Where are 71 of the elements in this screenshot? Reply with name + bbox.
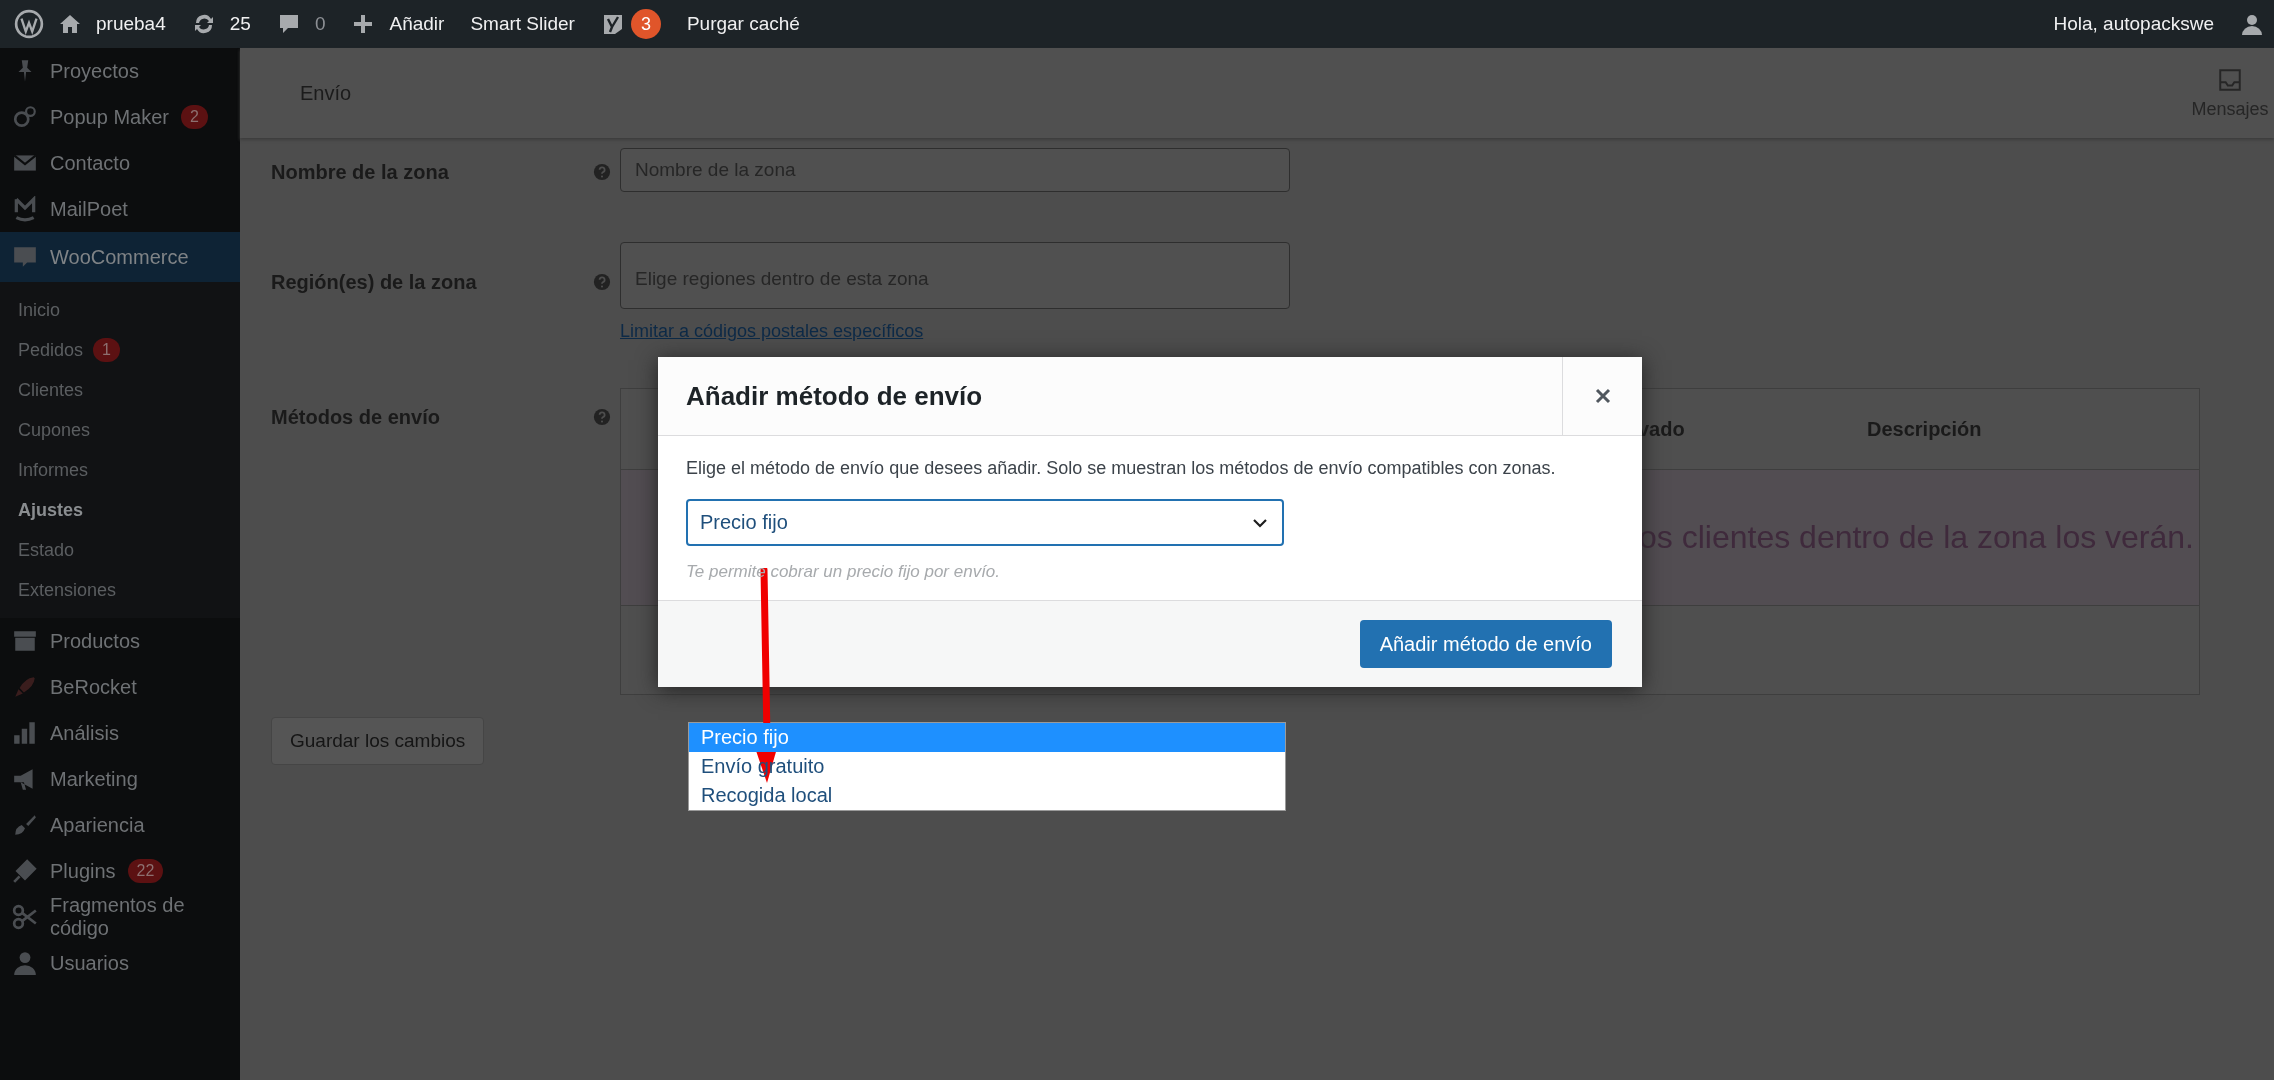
- sidebar-item[interactable]: MailPoet: [0, 186, 240, 232]
- menu-label: MailPoet: [50, 197, 128, 221]
- submenu-label: Clientes: [18, 379, 84, 401]
- avatar-icon[interactable]: [2240, 12, 2264, 36]
- submenu-item[interactable]: Pedidos 1: [0, 330, 240, 370]
- submenu-label: Cupones: [18, 419, 91, 441]
- submenu-item[interactable]: Inicio: [0, 290, 240, 330]
- scissors-icon: [12, 904, 38, 930]
- sidebar-item[interactable]: Fragmentos de código: [0, 894, 240, 940]
- sidebar-item[interactable]: Contacto: [0, 140, 240, 186]
- menu-label: Contacto: [50, 151, 131, 175]
- submenu-label: Inicio: [18, 299, 61, 321]
- dropdown-option[interactable]: Precio fijo: [689, 723, 1285, 752]
- plug-icon: [12, 858, 38, 884]
- sidebar-item[interactable]: Apariencia: [0, 802, 240, 848]
- submenu-label: Ajustes: [18, 499, 84, 521]
- wordpress-logo-icon[interactable]: [14, 9, 44, 39]
- modal-title: Añadir método de envío: [685, 380, 983, 412]
- sidebar-item[interactable]: Plugins 22: [0, 848, 240, 894]
- submenu-item[interactable]: Estado: [0, 530, 240, 570]
- sidebar-item[interactable]: Popup Maker 2: [0, 94, 240, 140]
- sidebar-item[interactable]: Análisis: [0, 710, 240, 756]
- comments-count[interactable]: 0: [314, 13, 326, 35]
- sidebar-item[interactable]: Marketing: [0, 756, 240, 802]
- purge-cache-link[interactable]: Purgar caché: [686, 13, 800, 35]
- gear-icon: [12, 104, 38, 130]
- method-select[interactable]: Precio fijo: [686, 499, 1284, 546]
- count-badge: 2: [180, 105, 208, 129]
- bar-chart-icon: [12, 720, 38, 746]
- submenu-item[interactable]: Ajustes: [0, 490, 240, 530]
- submenu-item[interactable]: Cupones: [0, 410, 240, 450]
- submenu-item[interactable]: Clientes: [0, 370, 240, 410]
- submenu-label: Estado: [18, 539, 75, 561]
- m-logo-icon: [12, 196, 38, 222]
- menu-label: Marketing: [50, 767, 138, 791]
- submenu-label: Extensiones: [18, 579, 117, 601]
- menu-label: Popup Maker: [50, 105, 169, 129]
- sidebar-item[interactable]: WooCommerce: [0, 232, 240, 282]
- menu-link[interactable]: Smart Slider: [470, 13, 575, 35]
- notification-badge: 3: [630, 9, 661, 39]
- menu-label: Productos: [50, 629, 141, 653]
- paintbrush-icon: [12, 812, 38, 838]
- menu-label: Análisis: [50, 721, 119, 745]
- menu-label: Fragmentos de código: [50, 894, 186, 940]
- site-name-link[interactable]: prueba4: [96, 13, 166, 35]
- count-badge: 22: [127, 859, 164, 883]
- inbox-icon: [2217, 66, 2243, 93]
- menu-label: WooCommerce: [50, 245, 189, 269]
- menu-label: BeRocket: [50, 675, 137, 699]
- menu-label: Proyectos: [50, 59, 139, 83]
- sidebar-item[interactable]: Proyectos: [0, 48, 240, 94]
- add-method-button[interactable]: Añadir método de envío: [1359, 620, 1612, 668]
- greeting-link[interactable]: Hola, autopackswe: [2053, 13, 2214, 35]
- person-icon: [12, 950, 38, 976]
- sidebar-item[interactable]: Productos: [0, 618, 240, 664]
- sidebar-item[interactable]: Usuarios: [0, 940, 240, 986]
- sidebar-item[interactable]: BeRocket: [0, 664, 240, 710]
- archive-box-icon: [12, 628, 38, 654]
- submenu-item[interactable]: Extensiones: [0, 570, 240, 610]
- modal-description: Elige el método de envío que desees añadir. Solo se muestran los métodos de envío compatibles con zonas.: [686, 458, 1557, 479]
- menu-label: Usuarios: [50, 951, 129, 975]
- count-badge: 1: [93, 338, 120, 362]
- menu-label: Apariencia: [50, 813, 145, 837]
- submenu-label: Informes: [18, 459, 89, 481]
- submenu-label: Pedidos: [18, 339, 84, 361]
- home-icon[interactable]: [58, 12, 82, 36]
- submenu-item[interactable]: Informes: [0, 450, 240, 490]
- dropdown-option[interactable]: Recogida local: [689, 781, 1285, 810]
- updates-count[interactable]: 25: [229, 13, 251, 35]
- new-link[interactable]: Añadir: [389, 13, 445, 35]
- menu-label: Plugins: [50, 859, 116, 883]
